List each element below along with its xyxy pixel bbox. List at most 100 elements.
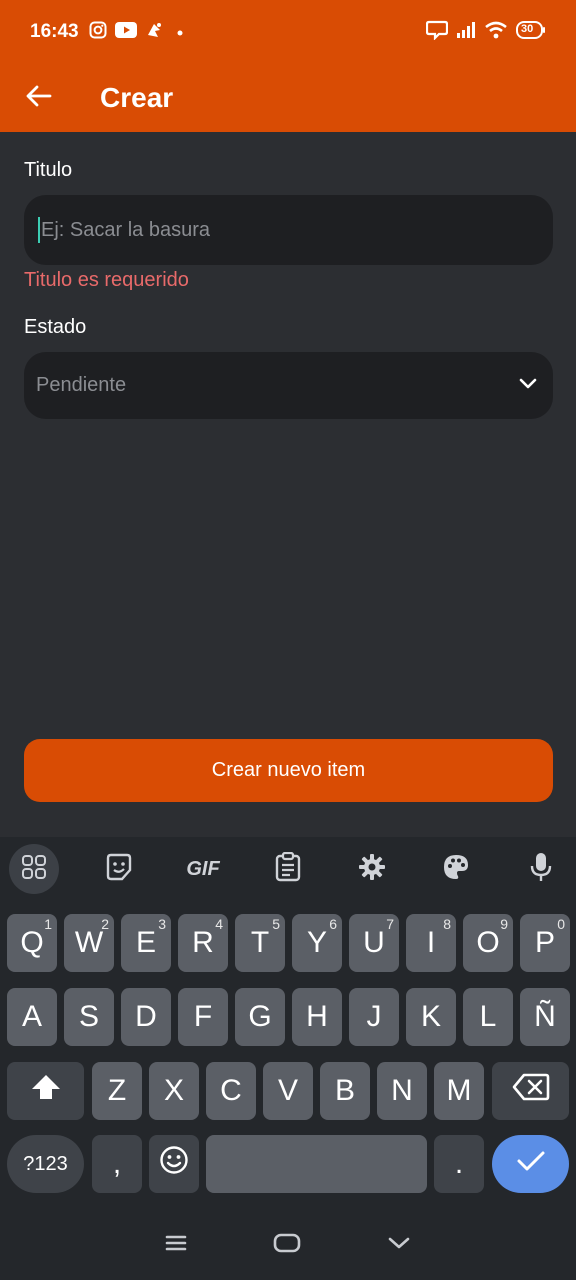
gear-icon xyxy=(358,853,386,886)
key-label: T xyxy=(250,926,270,959)
palette-icon xyxy=(442,853,470,886)
gif-icon: GIF xyxy=(186,857,220,880)
key-label: I xyxy=(426,926,436,959)
keyboard-toolbar: GIF xyxy=(0,837,576,901)
title-error-message: Titulo es requerido xyxy=(24,269,189,291)
symbols-key[interactable]: ?123 xyxy=(7,1135,84,1193)
theme-button[interactable] xyxy=(430,845,482,893)
key-l[interactable]: L xyxy=(463,988,513,1046)
key-p[interactable]: P0 xyxy=(520,914,570,972)
key-v[interactable]: V xyxy=(263,1062,313,1120)
key-enye[interactable]: Ñ xyxy=(520,988,570,1046)
key-b[interactable]: B xyxy=(320,1062,370,1120)
period-key[interactable]: . xyxy=(434,1135,484,1193)
key-m[interactable]: M xyxy=(434,1062,484,1120)
menu-nav-button[interactable] xyxy=(165,1234,187,1257)
key-label: Q xyxy=(20,926,44,959)
status-bar: 16:43 30 xyxy=(0,0,576,64)
back-button[interactable] xyxy=(0,64,76,132)
comma-key[interactable]: , xyxy=(92,1135,142,1193)
shift-icon xyxy=(30,1073,62,1109)
title-input[interactable]: Ej: Sacar la basura xyxy=(24,195,553,265)
status-selected-value: Pendiente xyxy=(36,374,127,396)
text-caret xyxy=(38,217,40,243)
key-hint: 3 xyxy=(158,916,166,932)
key-label: E xyxy=(135,926,156,959)
key-h[interactable]: H xyxy=(292,988,342,1046)
clipboard-icon xyxy=(275,851,301,887)
backspace-icon xyxy=(512,1073,550,1109)
key-i[interactable]: I8 xyxy=(406,914,456,972)
apps-button[interactable] xyxy=(9,844,59,894)
enter-key[interactable] xyxy=(492,1135,569,1193)
key-label: P xyxy=(534,926,555,959)
emoji-key[interactable] xyxy=(149,1135,199,1193)
key-hint: 6 xyxy=(329,916,337,932)
key-y[interactable]: Y6 xyxy=(292,914,342,972)
key-n[interactable]: N xyxy=(377,1062,427,1120)
key-t[interactable]: T5 xyxy=(235,914,285,972)
key-hint: 1 xyxy=(44,916,52,932)
status-time: 16:43 xyxy=(30,21,79,42)
key-hint: 4 xyxy=(215,916,223,932)
key-hint: 5 xyxy=(272,916,280,932)
key-x[interactable]: X xyxy=(149,1062,199,1120)
key-e[interactable]: E3 xyxy=(121,914,171,972)
voice-input-button[interactable] xyxy=(515,845,567,893)
key-hint: 0 xyxy=(557,916,565,932)
apps-icon xyxy=(21,854,47,885)
settings-button[interactable] xyxy=(346,845,398,893)
key-z[interactable]: Z xyxy=(92,1062,142,1120)
key-hint: 2 xyxy=(101,916,109,932)
key-label: R xyxy=(192,926,214,959)
key-r[interactable]: R4 xyxy=(178,914,228,972)
chevron-down-nav-icon[interactable] xyxy=(387,1235,411,1256)
key-o[interactable]: O9 xyxy=(463,914,513,972)
app-notification-icon xyxy=(145,21,163,44)
battery-level: 30 xyxy=(521,22,534,35)
top-bar: 16:43 30 Crear xyxy=(0,0,576,132)
key-label: U xyxy=(363,926,385,959)
key-k[interactable]: K xyxy=(406,988,456,1046)
key-a[interactable]: A xyxy=(7,988,57,1046)
signal-icon xyxy=(456,21,476,44)
wifi-icon xyxy=(484,21,508,44)
home-nav-button[interactable] xyxy=(273,1233,301,1258)
status-select[interactable]: Pendiente xyxy=(24,352,553,419)
title-label: Titulo xyxy=(24,159,73,181)
sticker-icon xyxy=(104,852,134,887)
title-placeholder: Ej: Sacar la basura xyxy=(41,218,210,241)
system-nav-bar xyxy=(0,1210,576,1280)
key-s[interactable]: S xyxy=(64,988,114,1046)
checkmark-icon xyxy=(516,1147,546,1181)
arrow-left-icon xyxy=(24,84,52,113)
key-q[interactable]: Q1 xyxy=(7,914,57,972)
clipboard-button[interactable] xyxy=(262,845,314,893)
space-key[interactable] xyxy=(206,1135,427,1193)
key-c[interactable]: C xyxy=(206,1062,256,1120)
key-d[interactable]: D xyxy=(121,988,171,1046)
status-label: Estado xyxy=(24,316,87,338)
chat-icon xyxy=(425,20,449,45)
sticker-button[interactable] xyxy=(93,845,145,893)
create-item-button[interactable]: Crear nuevo item xyxy=(24,739,553,802)
key-u[interactable]: U7 xyxy=(349,914,399,972)
key-w[interactable]: W2 xyxy=(64,914,114,972)
mic-icon xyxy=(529,852,553,887)
emoji-icon xyxy=(159,1145,189,1183)
dot-icon xyxy=(177,23,183,41)
key-g[interactable]: G xyxy=(235,988,285,1046)
key-label: O xyxy=(476,926,500,959)
app-bar: Crear xyxy=(0,64,576,132)
key-label: W xyxy=(74,926,104,959)
key-j[interactable]: J xyxy=(349,988,399,1046)
backspace-key[interactable] xyxy=(492,1062,569,1120)
key-f[interactable]: F xyxy=(178,988,228,1046)
instagram-icon xyxy=(89,21,107,44)
key-hint: 9 xyxy=(500,916,508,932)
shift-key[interactable] xyxy=(7,1062,84,1120)
youtube-icon xyxy=(114,21,137,43)
page-title: Crear xyxy=(100,82,174,113)
gif-button[interactable]: GIF xyxy=(177,845,229,893)
chevron-down-icon xyxy=(519,377,537,395)
